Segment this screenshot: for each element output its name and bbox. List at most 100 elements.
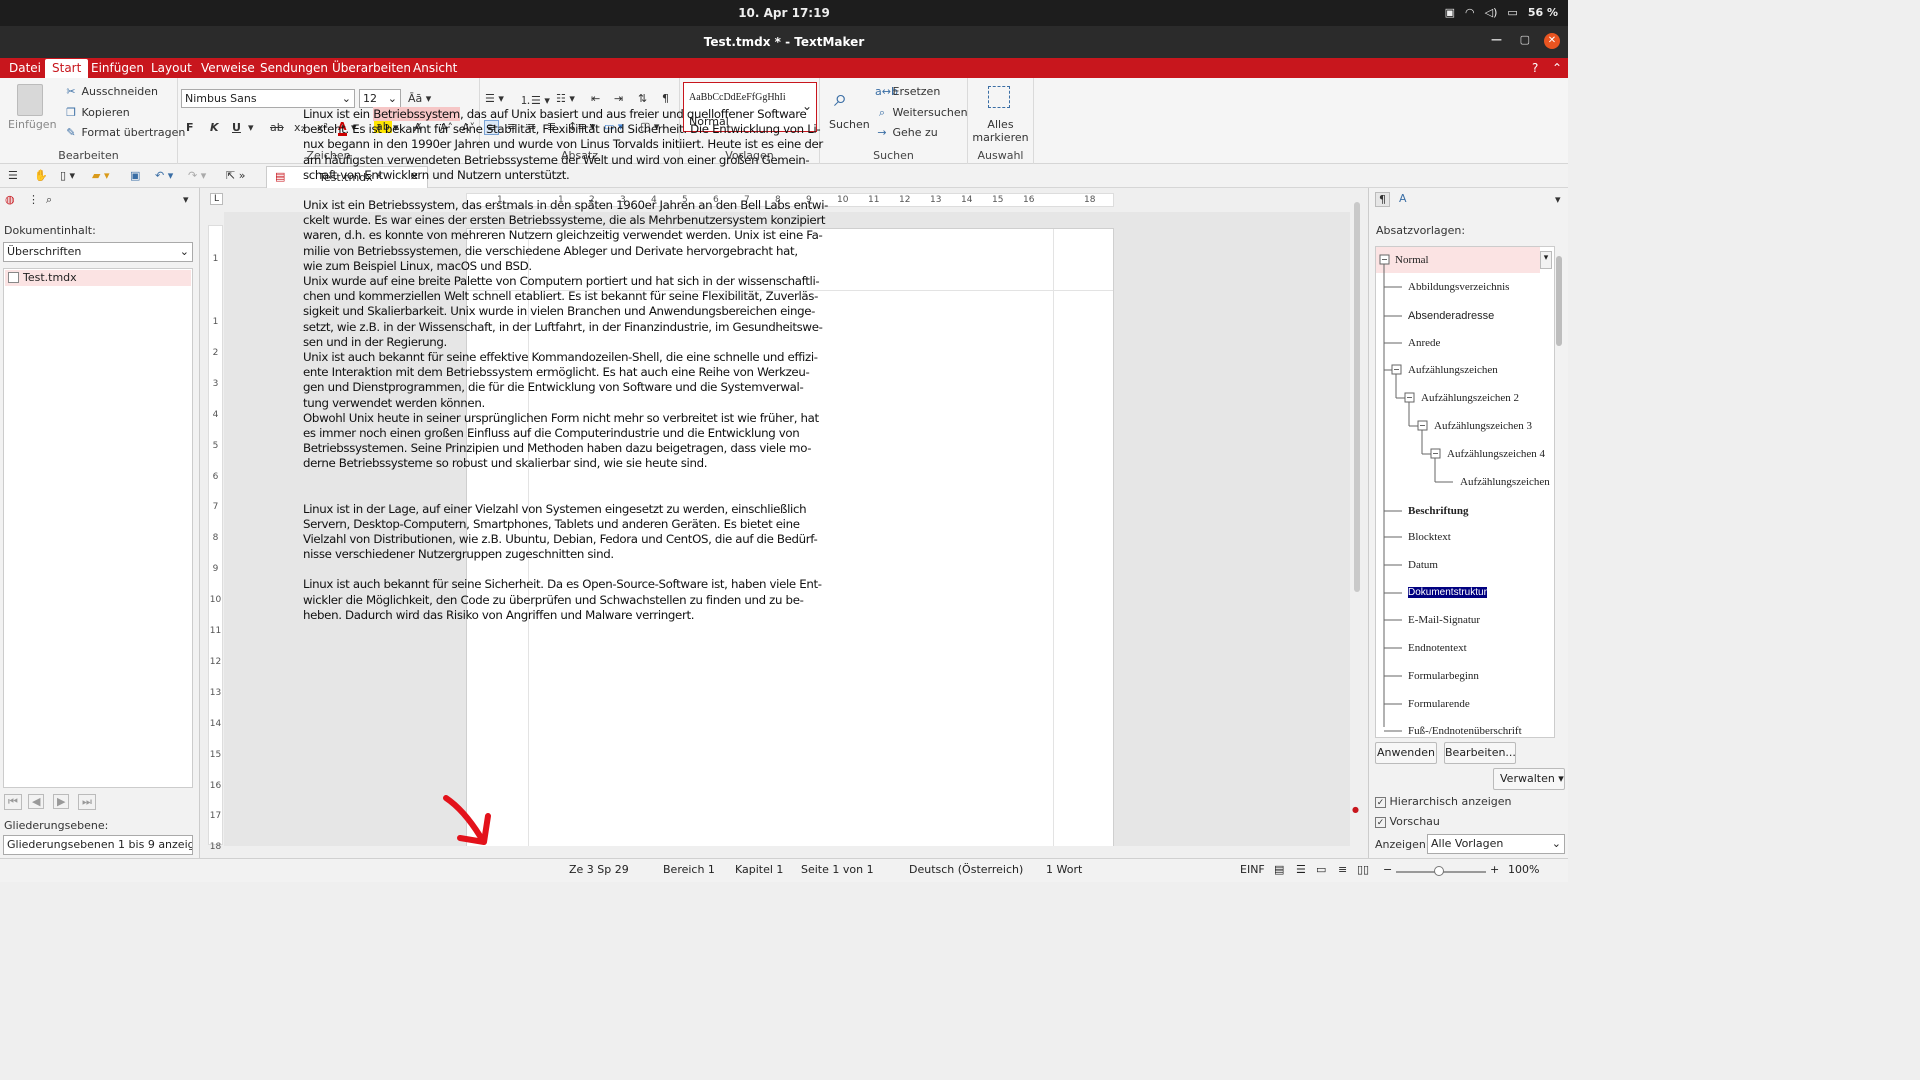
maximize-icon[interactable]: ▢: [1520, 33, 1530, 46]
style-item[interactable]: Aufzählungszeichen: [1408, 364, 1498, 376]
zoom-out-icon[interactable]: −: [1383, 863, 1392, 876]
style-item[interactable]: Formularbeginn: [1408, 670, 1479, 682]
minimize-icon[interactable]: —: [1491, 33, 1502, 46]
close-window-button[interactable]: ✕: [1544, 33, 1560, 49]
goto-button[interactable]: → Gehe zu: [875, 126, 937, 139]
open-folder-icon[interactable]: ▰ ▾: [92, 169, 109, 182]
increase-indent-icon[interactable]: ⇥: [614, 92, 623, 105]
view-master-icon[interactable]: ≡: [1338, 863, 1347, 876]
strikethrough-icon[interactable]: ab: [270, 121, 284, 134]
zoom-in-icon[interactable]: +: [1490, 863, 1499, 876]
character-styles-icon[interactable]: A: [1399, 192, 1407, 205]
search-button[interactable]: Suchen: [829, 118, 870, 131]
navigator-icon[interactable]: ◍: [5, 193, 15, 206]
style-item[interactable]: Absenderadresse: [1408, 310, 1494, 322]
preview-checkbox[interactable]: ✓ Vorschau: [1375, 815, 1440, 828]
numbered-list-icon[interactable]: ⒈☰ ▾: [520, 92, 550, 108]
tab-stop-selector[interactable]: L: [210, 193, 224, 205]
format-painter-button[interactable]: ✎ Format übertragen: [64, 126, 185, 139]
style-item[interactable]: Aufzählungszeichen 2: [1421, 392, 1519, 404]
change-case-icon[interactable]: Āā ▾: [408, 92, 431, 105]
bullet-list-icon[interactable]: ☰ ▾: [485, 92, 504, 105]
underline-button[interactable]: U: [232, 121, 241, 134]
help-icon[interactable]: ?: [1532, 61, 1538, 75]
tree-checkbox[interactable]: [8, 272, 19, 283]
paragraph-6[interactable]: Linux ist in der Lage, auf einer Vielzah…: [303, 502, 829, 563]
edit-style-button[interactable]: Bearbeiten...: [1444, 742, 1516, 764]
nav-last-icon[interactable]: ⏭: [78, 794, 96, 810]
decrease-indent-icon[interactable]: ⇤: [591, 92, 600, 105]
apply-style-button[interactable]: Anwenden: [1375, 742, 1437, 764]
menu-start[interactable]: Start: [45, 59, 89, 78]
font-name-select[interactable]: Nimbus Sans ⌄: [181, 89, 355, 108]
insert-mode[interactable]: EINF: [1240, 863, 1265, 876]
style-item[interactable]: Aufzählungszeichen 3: [1434, 420, 1532, 432]
battery-icon[interactable]: ▭: [1507, 6, 1517, 19]
browse-object-icon[interactable]: ●: [1352, 805, 1359, 814]
style-item[interactable]: E-Mail-Signatur: [1408, 614, 1480, 626]
style-item[interactable]: Endnotentext: [1408, 642, 1467, 654]
hierarchical-checkbox[interactable]: ✓ Hierarchisch anzeigen: [1375, 795, 1512, 808]
style-item[interactable]: Blocktext: [1408, 531, 1451, 543]
panel-menu-icon[interactable]: ▾: [1555, 193, 1561, 206]
menu-ueberarbeiten[interactable]: Überarbeiten: [332, 61, 411, 75]
select-all-label-1[interactable]: Alles: [968, 118, 1033, 131]
font-size-select[interactable]: 12 ⌄: [359, 89, 401, 108]
chapter-indicator[interactable]: Kapitel 1: [735, 863, 783, 876]
replace-button[interactable]: a↔b Ersetzen: [875, 85, 940, 98]
wifi-icon[interactable]: ◠: [1465, 6, 1475, 19]
style-item[interactable]: Anrede: [1408, 337, 1440, 349]
multilevel-list-icon[interactable]: ☷ ▾: [556, 92, 575, 105]
view-outline-icon[interactable]: ☰: [1296, 863, 1306, 876]
style-item[interactable]: Abbildungsverzeichnis: [1408, 281, 1509, 293]
outline-level-select[interactable]: Gliederungsebenen 1 bis 9 anzeigen: [3, 835, 193, 855]
section-indicator[interactable]: Bereich 1: [663, 863, 715, 876]
volume-icon[interactable]: ◁): [1485, 6, 1498, 19]
system-clock[interactable]: 10. Apr 17:19: [0, 6, 1568, 20]
undo-icon[interactable]: ↶ ▾: [155, 169, 173, 182]
page-indicator[interactable]: Seite 1 von 1: [801, 863, 874, 876]
style-list-scrollbar[interactable]: [1555, 246, 1563, 738]
language-indicator[interactable]: Deutsch (Österreich): [909, 863, 1023, 876]
zoom-slider-handle[interactable]: [1434, 866, 1444, 876]
paragraph-1[interactable]: Linux ist ein Betriebssystem, das auf Un…: [303, 107, 829, 183]
style-item[interactable]: Beschriftung: [1408, 505, 1469, 517]
paragraph-7[interactable]: Linux ist auch bekannt für seine Sicherh…: [303, 577, 829, 623]
nav-prev-icon[interactable]: ◀: [28, 794, 45, 809]
nav-first-icon[interactable]: ⏮: [4, 794, 22, 810]
display-icon[interactable]: ▣: [1445, 6, 1455, 19]
zoom-slider[interactable]: [1396, 866, 1486, 876]
style-item[interactable]: Fuß-/Endnotenüberschrift: [1408, 725, 1522, 737]
manage-styles-button[interactable]: Verwalten ▾: [1493, 768, 1565, 790]
collapse-ribbon-icon[interactable]: ⌃: [1552, 61, 1562, 75]
menu-verweise[interactable]: Verweise: [201, 61, 255, 75]
style-item[interactable]: Dokumentstruktur: [1408, 587, 1487, 598]
sort-icon[interactable]: ⇅: [638, 92, 647, 105]
save-icon[interactable]: ▣: [130, 169, 140, 182]
highlighted-word[interactable]: Betriebssystem: [373, 107, 460, 121]
find-next-button[interactable]: ⌕ Weitersuchen: [875, 106, 968, 119]
search-icon[interactable]: ⌕: [834, 84, 847, 112]
vertical-ruler[interactable]: 1 1 2 3 4 5 6 7 8 9 10 11 12 13 14 15 16 17 18: [208, 225, 223, 852]
heading-filter-select[interactable]: Überschriften ⌄: [3, 242, 193, 262]
menu-layout[interactable]: Layout: [151, 61, 192, 75]
menu-datei[interactable]: Datei: [9, 61, 41, 75]
zoom-level[interactable]: 100%: [1508, 863, 1539, 876]
scrollbar-thumb[interactable]: [1354, 202, 1360, 592]
italic-button[interactable]: K: [210, 121, 219, 134]
paragraph-3[interactable]: Unix wurde auf eine breite Palette von C…: [303, 274, 829, 350]
vertical-scrollbar[interactable]: ●: [1352, 200, 1362, 846]
view-normal-icon[interactable]: ▤: [1274, 863, 1284, 876]
bold-button[interactable]: F: [186, 121, 194, 134]
paste-button[interactable]: Einfügen: [8, 118, 57, 131]
nav-next-icon[interactable]: ▶: [53, 794, 70, 809]
paste-icon[interactable]: [17, 84, 43, 116]
menu-einfuegen[interactable]: Einfügen: [91, 61, 144, 75]
style-item[interactable]: Datum: [1408, 559, 1438, 571]
paragraph-4[interactable]: Unix ist auch bekannt für seine effektiv…: [303, 350, 829, 411]
underline-options-icon[interactable]: ▾: [248, 121, 254, 134]
pilcrow-icon[interactable]: ¶: [662, 92, 669, 105]
view-page-icon[interactable]: ▭: [1316, 863, 1326, 876]
select-all-label-2[interactable]: markieren: [968, 131, 1033, 144]
style-item[interactable]: Aufzählungszeichen 4: [1447, 448, 1545, 460]
